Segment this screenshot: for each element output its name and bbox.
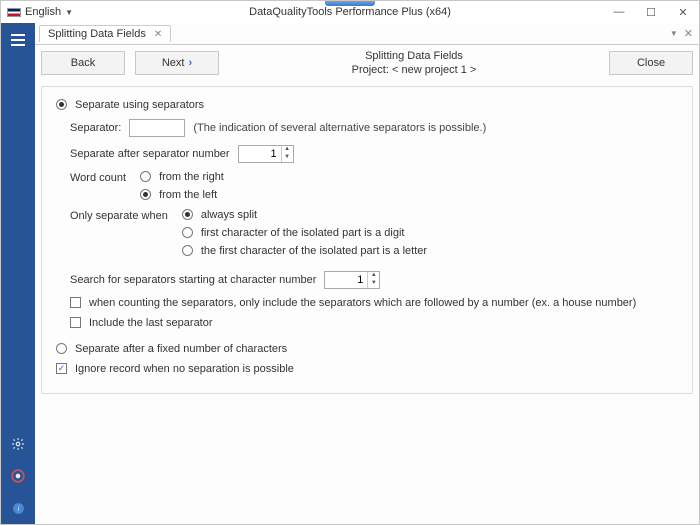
mode-fixed-label: Separate after a fixed number of charact… xyxy=(75,343,287,355)
mode-separators-radio[interactable] xyxy=(56,99,67,110)
separator-label: Separator: xyxy=(70,122,121,134)
first-letter-radio[interactable] xyxy=(182,245,193,256)
window-title: DataQualityTools Performance Plus (x64) xyxy=(1,6,699,18)
sidebar: i xyxy=(1,23,35,524)
include-last-check[interactable] xyxy=(70,317,81,328)
close-window-button[interactable]: ✕ xyxy=(667,1,699,23)
page-title: Splitting Data Fields xyxy=(229,49,599,63)
language-label: English xyxy=(25,6,61,18)
from-left-label: from the left xyxy=(159,189,217,201)
only-numbered-label: when counting the separators, only inclu… xyxy=(89,297,636,309)
close-icon[interactable]: ✕ xyxy=(154,29,162,40)
search-start-input[interactable] xyxy=(325,274,367,286)
gear-icon[interactable] xyxy=(1,428,35,460)
project-line: Project: < new project 1 > xyxy=(229,63,599,77)
sep-after-input[interactable] xyxy=(239,148,281,160)
flag-icon xyxy=(7,8,21,17)
ignore-record-label: Ignore record when no separation is poss… xyxy=(75,363,294,375)
sep-after-label: Separate after separator number xyxy=(70,148,230,160)
first-digit-label: first character of the isolated part is … xyxy=(201,227,405,239)
always-split-radio[interactable] xyxy=(182,209,193,220)
sep-after-spinner[interactable]: ▲▼ xyxy=(238,145,294,163)
tabbar-close-icon[interactable]: ✕ xyxy=(684,27,693,40)
tab-splitting-data-fields[interactable]: Splitting Data Fields ✕ xyxy=(39,25,171,42)
arrow-right-icon: › xyxy=(188,57,192,69)
include-last-label: Include the last separator xyxy=(89,317,213,329)
tab-label: Splitting Data Fields xyxy=(48,28,146,40)
mode-separators-label: Separate using separators xyxy=(75,99,204,111)
only-numbered-check[interactable] xyxy=(70,297,81,308)
language-selector[interactable]: English ▼ xyxy=(1,6,79,18)
back-button[interactable]: Back xyxy=(41,51,125,75)
mode-fixed-radio[interactable] xyxy=(56,343,67,354)
ignore-record-check[interactable]: ✓ xyxy=(56,363,67,374)
search-start-label: Search for separators starting at charac… xyxy=(70,274,316,286)
next-label: Next xyxy=(162,57,185,69)
from-right-label: from the right xyxy=(159,171,224,183)
maximize-button[interactable]: ☐ xyxy=(635,1,667,23)
minimize-button[interactable]: — xyxy=(603,1,635,23)
only-separate-label: Only separate when xyxy=(70,209,168,222)
tabbar-dropdown-icon[interactable]: ▼ xyxy=(670,29,678,38)
close-label: Close xyxy=(637,57,665,69)
close-button[interactable]: Close xyxy=(609,51,693,75)
first-letter-label: the first character of the isolated part… xyxy=(201,245,427,257)
word-count-label: Word count xyxy=(70,171,126,184)
from-right-radio[interactable] xyxy=(140,171,151,182)
search-start-spinner[interactable]: ▲▼ xyxy=(324,271,380,289)
separator-hint: (The indication of several alternative s… xyxy=(193,122,486,134)
spinner-down-icon[interactable]: ▼ xyxy=(282,154,293,162)
always-split-label: always split xyxy=(201,209,257,221)
from-left-radio[interactable] xyxy=(140,189,151,200)
help-icon[interactable] xyxy=(1,460,35,492)
spinner-up-icon[interactable]: ▲ xyxy=(282,146,293,154)
back-label: Back xyxy=(71,57,95,69)
spinner-up-icon[interactable]: ▲ xyxy=(368,272,379,280)
menu-icon[interactable] xyxy=(11,27,25,55)
spinner-down-icon[interactable]: ▼ xyxy=(368,280,379,288)
first-digit-radio[interactable] xyxy=(182,227,193,238)
next-button[interactable]: Next › xyxy=(135,51,219,75)
chevron-down-icon: ▼ xyxy=(65,8,73,17)
options-panel: Separate using separators Separator: (Th… xyxy=(41,86,693,394)
title-accent xyxy=(325,1,375,6)
separator-input[interactable] xyxy=(129,119,185,137)
info-icon[interactable]: i xyxy=(1,492,35,524)
toolbar-heading-block: Splitting Data Fields Project: < new pro… xyxy=(229,49,599,78)
